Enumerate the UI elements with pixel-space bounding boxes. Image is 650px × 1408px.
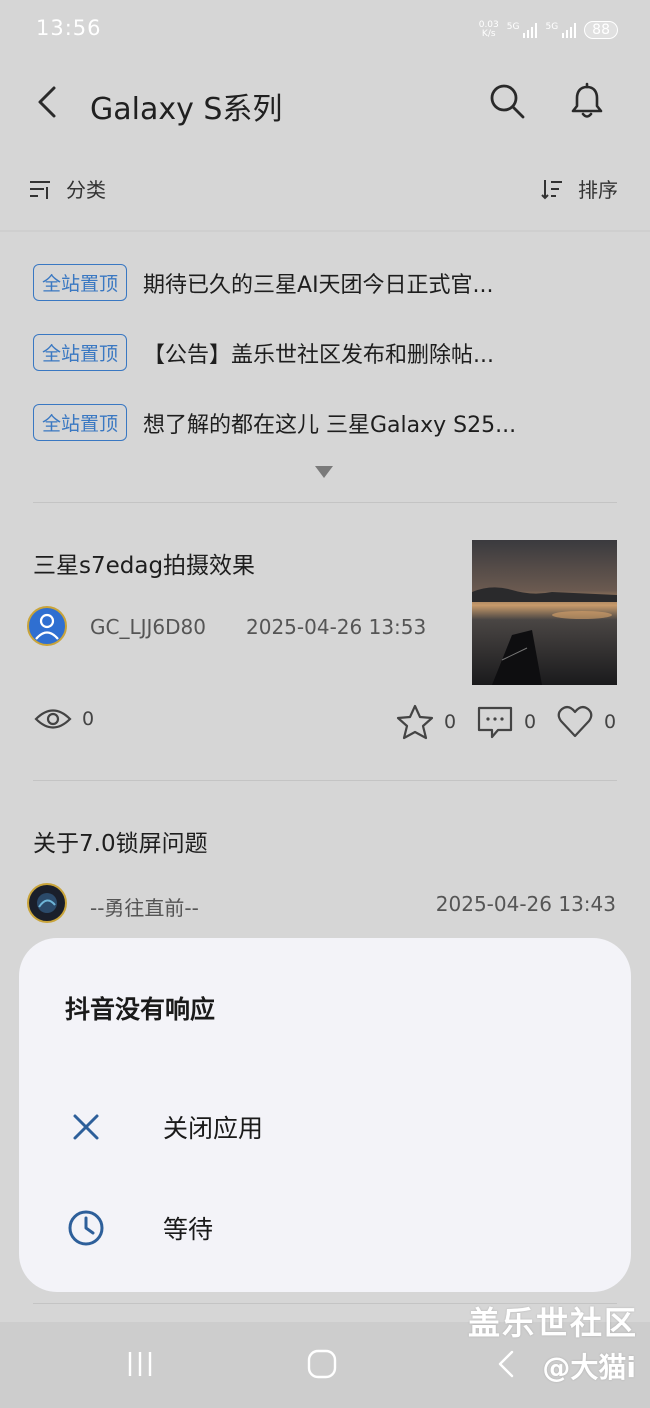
close-app-button[interactable]: 关闭应用: [65, 1106, 263, 1148]
star-icon: [396, 704, 434, 740]
signal-icon: 5G: [545, 22, 577, 38]
signal-label: 5G: [506, 22, 520, 32]
post-title[interactable]: 关于7.0锁屏问题: [33, 824, 208, 858]
pinned-post-title: 期待已久的三星AI天团今日正式官...: [143, 272, 494, 298]
sort-label: 排序: [578, 178, 618, 202]
pinned-post-title: 【公告】盖乐世社区发布和删除帖...: [143, 342, 494, 368]
signal-label: 5G: [545, 22, 559, 32]
eye-icon: [34, 709, 72, 729]
signal-icon: 5G: [507, 22, 538, 38]
comment-button[interactable]: 0: [476, 704, 536, 740]
battery-indicator: 88: [584, 21, 618, 39]
clock-icon: [68, 1210, 104, 1246]
pinned-badge: 全站置顶: [33, 404, 128, 441]
sort-icon: [541, 179, 562, 199]
post-author[interactable]: --勇往直前--: [90, 892, 199, 921]
recent-apps-icon[interactable]: [124, 1348, 156, 1380]
post-title[interactable]: 三星s7edag拍摄效果: [33, 546, 255, 580]
user-icon: [35, 613, 59, 640]
pinned-post[interactable]: 全站置顶 【公告】盖乐世社区发布和删除帖...: [33, 334, 623, 371]
dialog-title: 抖音没有响应: [65, 995, 216, 1024]
watermark-site: 盖乐世社区: [467, 1304, 638, 1342]
sort-button[interactable]: 排序: [540, 174, 618, 203]
post-thumbnail[interactable]: [472, 540, 617, 685]
watermark-user: @大猫i: [542, 1351, 636, 1384]
view-count: 0: [34, 706, 94, 732]
sunset-photo: [472, 540, 617, 685]
category-filter[interactable]: 分类: [28, 174, 106, 203]
wait-label: 等待: [163, 1215, 214, 1244]
avatar[interactable]: [27, 883, 67, 923]
post-time: 2025-04-26 13:43: [435, 892, 616, 916]
comment-icon: [477, 706, 513, 739]
close-icon: [73, 1114, 99, 1140]
back-nav-icon[interactable]: [490, 1348, 522, 1380]
status-icons: 0.03 K/s 5G 5G 88: [479, 16, 618, 44]
app-not-responding-dialog: 抖音没有响应 关闭应用 等待: [19, 938, 631, 1292]
like-count: 0: [604, 711, 617, 733]
post-time: 2025-04-26 13:53: [246, 615, 427, 639]
comment-count: 0: [524, 711, 537, 733]
status-time: 13:56: [36, 16, 102, 40]
expand-pinned-icon[interactable]: [315, 466, 333, 478]
pinned-post-title: 想了解的都在这儿 三星Galaxy S25...: [143, 412, 517, 438]
avatar[interactable]: [27, 606, 67, 646]
chevron-left-icon: [38, 86, 56, 118]
pinned-badge: 全站置顶: [33, 334, 128, 371]
like-button[interactable]: 0: [556, 704, 616, 740]
section-divider: [0, 230, 650, 232]
bell-icon: [571, 82, 603, 118]
divider: [33, 502, 617, 503]
divider: [33, 780, 617, 781]
page-title: Galaxy S系列: [90, 92, 283, 127]
favorite-button[interactable]: 0: [396, 704, 456, 740]
home-icon[interactable]: [306, 1348, 338, 1380]
pinned-badge: 全站置顶: [33, 264, 128, 301]
heart-icon: [557, 705, 593, 738]
close-app-label: 关闭应用: [163, 1114, 264, 1143]
notification-button[interactable]: [566, 80, 608, 122]
view-count-value: 0: [82, 708, 95, 730]
search-button[interactable]: [486, 80, 528, 122]
pinned-post[interactable]: 全站置顶 期待已久的三星AI天团今日正式官...: [33, 264, 623, 301]
filter-icon: [30, 180, 50, 199]
net-speed: 0.03 K/s: [478, 20, 499, 39]
avatar-image: [37, 893, 57, 913]
pinned-post[interactable]: 全站置顶 想了解的都在这儿 三星Galaxy S25...: [33, 404, 623, 441]
category-label: 分类: [66, 178, 106, 202]
favorite-count: 0: [444, 711, 457, 733]
wait-button[interactable]: 等待: [65, 1207, 213, 1249]
post-author[interactable]: GC_LJJ6D80: [90, 615, 206, 639]
back-button[interactable]: [30, 82, 70, 122]
search-icon: [490, 84, 525, 119]
